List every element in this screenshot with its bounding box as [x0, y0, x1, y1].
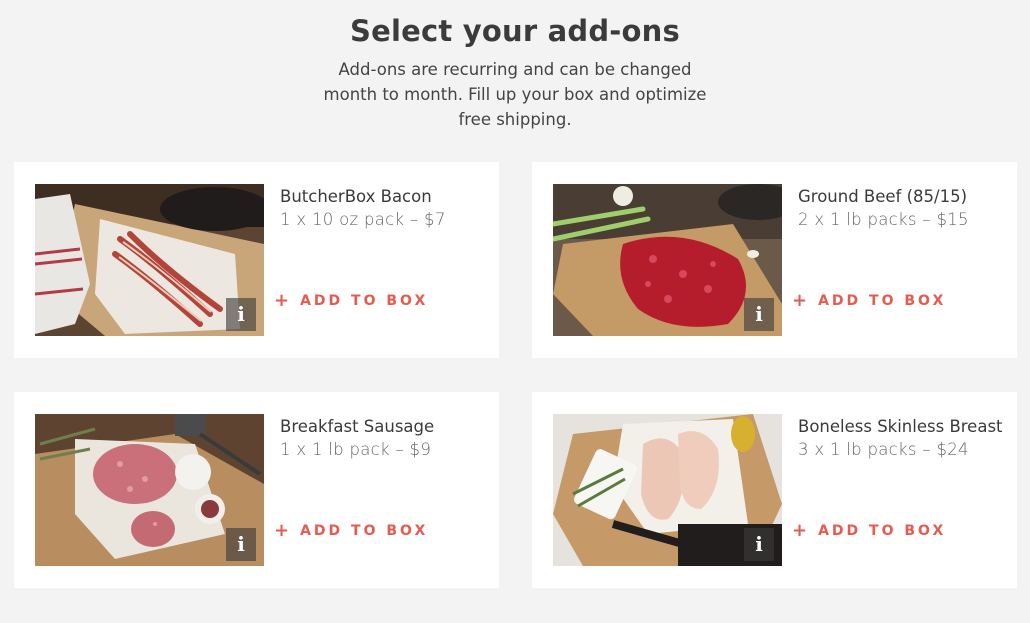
info-button[interactable]: i: [226, 298, 256, 331]
product-card-breakfast-sausage: i Breakfast Sausage 1 x 1 lb pack – $9 +…: [14, 392, 499, 588]
add-to-box-label: ADD TO BOX: [300, 523, 429, 539]
info-button[interactable]: i: [744, 298, 774, 331]
add-to-box-label: ADD TO BOX: [818, 523, 947, 539]
product-image-bacon: i: [35, 184, 264, 336]
product-image-ground-beef: i: [553, 184, 782, 336]
page-header: Select your add-ons Add-ons are recurrin…: [0, 14, 1030, 132]
product-name: Ground Beef (85/15): [798, 187, 968, 206]
add-to-box-button[interactable]: + ADD TO BOX: [792, 520, 947, 541]
add-to-box-label: ADD TO BOX: [300, 293, 429, 309]
product-image-chicken-breast: i: [553, 414, 782, 566]
product-card-bacon: i ButcherBox Bacon 1 x 10 oz pack – $7 +…: [14, 162, 499, 358]
plus-icon: +: [274, 290, 290, 311]
product-card-ground-beef: i Ground Beef (85/15) 2 x 1 lb packs – $…: [532, 162, 1017, 358]
plus-icon: +: [792, 520, 808, 541]
product-info: Ground Beef (85/15) 2 x 1 lb packs – $15: [798, 184, 1003, 230]
plus-icon: +: [274, 520, 290, 541]
product-info: ButcherBox Bacon 1 x 10 oz pack – $7: [280, 184, 485, 230]
add-to-box-button[interactable]: + ADD TO BOX: [274, 520, 429, 541]
plus-icon: +: [792, 290, 808, 311]
product-name: Breakfast Sausage: [280, 417, 435, 436]
info-button[interactable]: i: [226, 528, 256, 561]
product-image-breakfast-sausage: i: [35, 414, 264, 566]
info-button[interactable]: i: [744, 528, 774, 561]
product-quantity-price: 1 x 10 oz pack – $7: [280, 210, 446, 229]
add-to-box-label: ADD TO BOX: [818, 293, 947, 309]
product-info: Boneless Skinless Breast 3 x 1 lb packs …: [798, 414, 1003, 460]
product-quantity-price: 1 x 1 lb pack – $9: [280, 440, 432, 459]
add-to-box-button[interactable]: + ADD TO BOX: [792, 290, 947, 311]
page-title: Select your add-ons: [350, 14, 680, 48]
product-name: ButcherBox Bacon: [280, 187, 432, 206]
product-card-chicken-breast: i Boneless Skinless Breast 3 x 1 lb pack…: [532, 392, 1017, 588]
product-quantity-price: 2 x 1 lb packs – $15: [798, 210, 969, 229]
product-quantity-price: 3 x 1 lb packs – $24: [798, 440, 969, 459]
add-to-box-button[interactable]: + ADD TO BOX: [274, 290, 429, 311]
product-info: Breakfast Sausage 1 x 1 lb pack – $9: [280, 414, 485, 460]
page-subtitle: Add-ons are recurring and can be changed…: [323, 60, 707, 129]
product-name: Boneless Skinless Breast: [798, 417, 1003, 436]
